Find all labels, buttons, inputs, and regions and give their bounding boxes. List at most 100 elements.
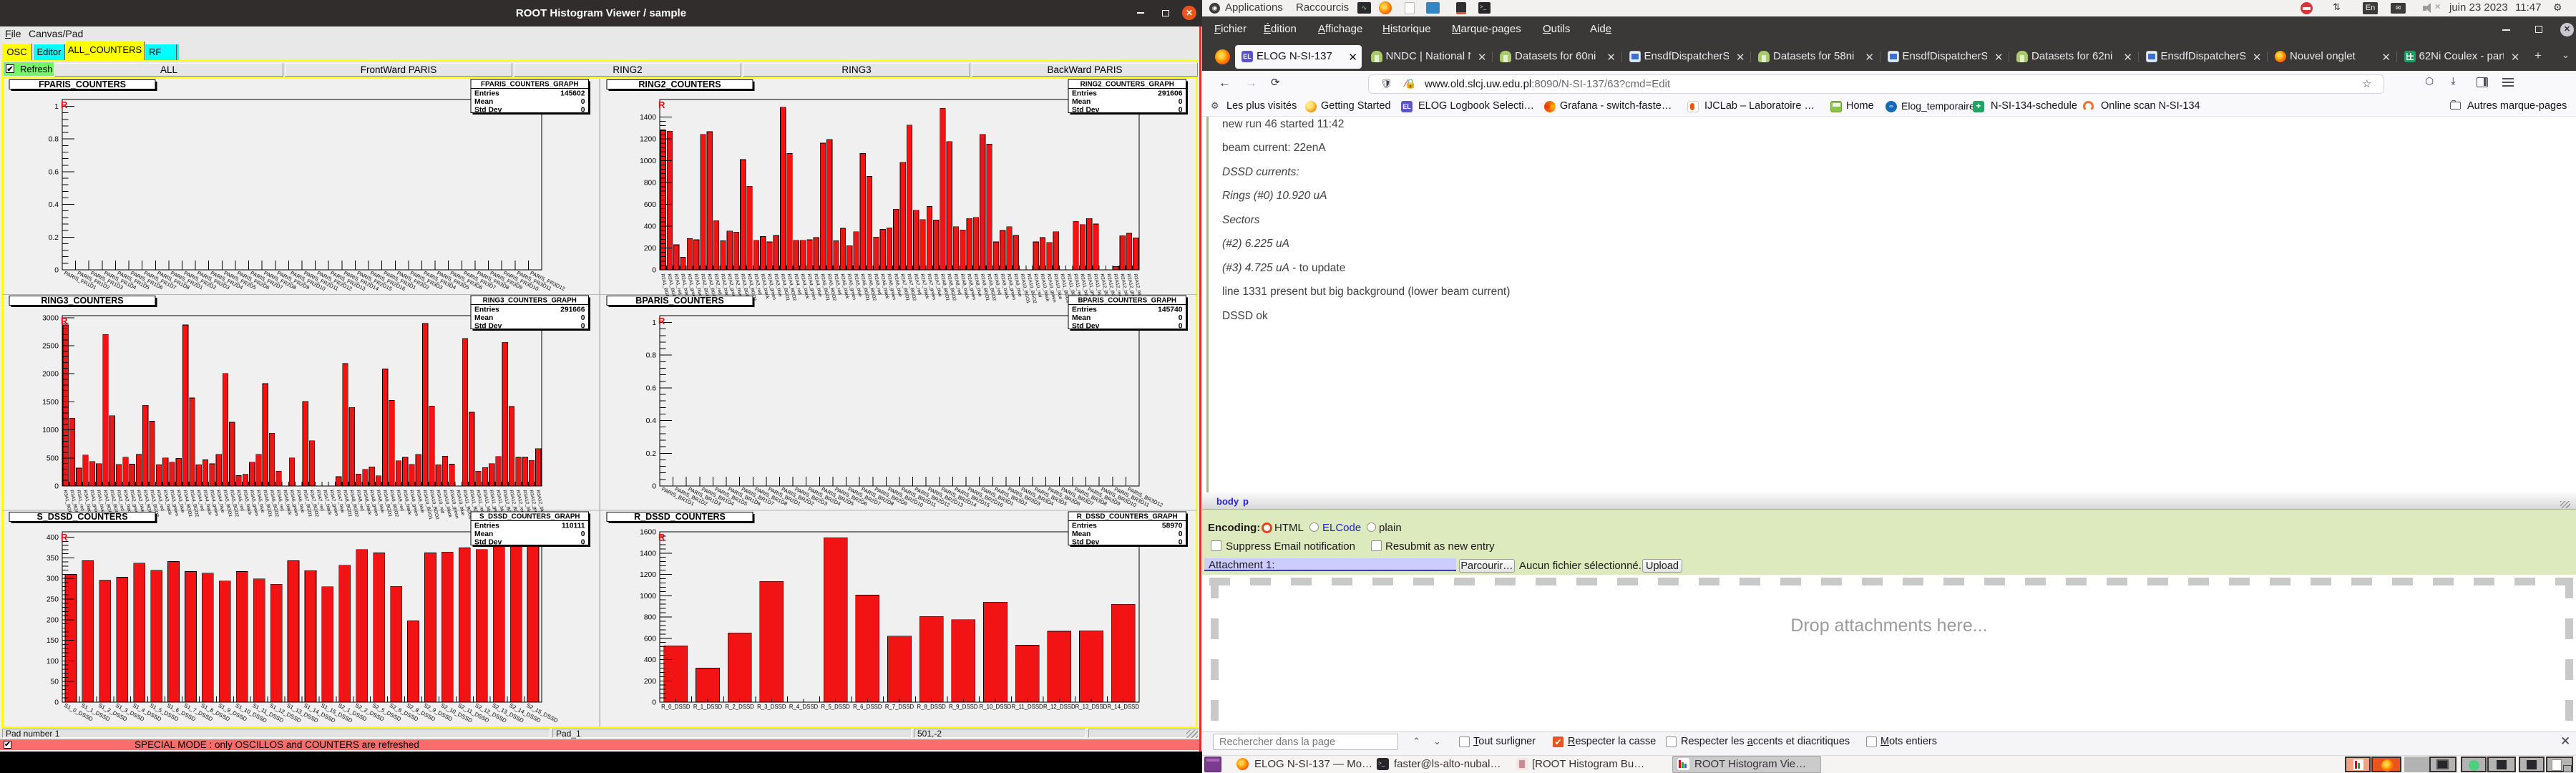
svg-text:0: 0 bbox=[652, 267, 656, 275]
svg-text:R_1_DSSD: R_1_DSSD bbox=[693, 704, 723, 710]
svg-text:600: 600 bbox=[644, 635, 656, 643]
svg-text:Std Dev: Std Dev bbox=[1072, 323, 1100, 331]
svg-text:R: R bbox=[658, 532, 665, 543]
svg-text:RING3_COUNTERS: RING3_COUNTERS bbox=[41, 296, 123, 306]
svg-text:R_9_DSSD: R_9_DSSD bbox=[949, 704, 978, 710]
svg-text:1400: 1400 bbox=[640, 114, 656, 122]
svg-text:Entries: Entries bbox=[1072, 306, 1097, 314]
svg-text:0: 0 bbox=[54, 267, 59, 275]
svg-text:1200: 1200 bbox=[640, 571, 656, 579]
svg-text:Std Dev: Std Dev bbox=[474, 107, 502, 115]
svg-text:R: R bbox=[658, 316, 665, 326]
svg-text:0: 0 bbox=[1179, 539, 1183, 547]
svg-text:3000: 3000 bbox=[42, 314, 59, 322]
svg-text:0.4: 0.4 bbox=[49, 201, 59, 209]
svg-text:Entries: Entries bbox=[474, 90, 499, 98]
svg-text:Entries: Entries bbox=[474, 306, 499, 314]
svg-text:2000: 2000 bbox=[42, 371, 59, 379]
svg-text:0: 0 bbox=[581, 314, 585, 322]
svg-text:400: 400 bbox=[644, 656, 656, 664]
svg-text:R_10_DSSD: R_10_DSSD bbox=[980, 704, 1012, 710]
svg-text:145602: 145602 bbox=[560, 90, 585, 98]
svg-text:291606: 291606 bbox=[1158, 90, 1183, 98]
svg-text:291666: 291666 bbox=[560, 306, 585, 314]
svg-text:1000: 1000 bbox=[640, 593, 656, 601]
svg-text:R_13_DSSD: R_13_DSSD bbox=[1075, 704, 1108, 710]
svg-text:58970: 58970 bbox=[1162, 522, 1183, 530]
svg-text:150: 150 bbox=[47, 637, 59, 645]
svg-text:300: 300 bbox=[47, 575, 59, 583]
svg-text:R_12_DSSD: R_12_DSSD bbox=[1043, 704, 1075, 710]
svg-text:RING3_COUNTERS_GRAPH: RING3_COUNTERS_GRAPH bbox=[483, 297, 577, 305]
svg-text:0.2: 0.2 bbox=[49, 234, 59, 242]
svg-text:Std Dev: Std Dev bbox=[1072, 107, 1100, 115]
svg-text:R: R bbox=[658, 99, 665, 110]
svg-text:0.2: 0.2 bbox=[646, 450, 657, 458]
svg-text:50: 50 bbox=[51, 679, 59, 686]
svg-text:200: 200 bbox=[644, 245, 656, 253]
svg-text:0: 0 bbox=[652, 699, 656, 707]
svg-text:0: 0 bbox=[581, 107, 585, 115]
svg-text:200: 200 bbox=[47, 616, 59, 624]
svg-text:250: 250 bbox=[47, 596, 59, 604]
svg-text:FPARIS_COUNTERS_GRAPH: FPARIS_COUNTERS_GRAPH bbox=[481, 81, 578, 89]
svg-text:0: 0 bbox=[581, 98, 585, 106]
svg-text:Std Dev: Std Dev bbox=[474, 539, 502, 547]
svg-text:RING2_COUNTERS_GRAPH: RING2_COUNTERS_GRAPH bbox=[1080, 81, 1174, 89]
svg-text:R: R bbox=[61, 316, 68, 326]
svg-text:2500: 2500 bbox=[42, 343, 59, 351]
svg-text:0: 0 bbox=[652, 483, 656, 491]
svg-text:FPARIS_COUNTERS: FPARIS_COUNTERS bbox=[39, 79, 126, 89]
svg-text:S_DSSD_COUNTERS_GRAPH: S_DSSD_COUNTERS_GRAPH bbox=[479, 513, 580, 521]
svg-text:R_2_DSSD: R_2_DSSD bbox=[726, 704, 755, 710]
svg-text:Std Dev: Std Dev bbox=[1072, 539, 1100, 547]
svg-text:Mean: Mean bbox=[474, 530, 493, 538]
svg-text:400: 400 bbox=[47, 534, 59, 542]
svg-text:R: R bbox=[61, 99, 68, 110]
svg-text:0: 0 bbox=[54, 699, 59, 707]
svg-text:1400: 1400 bbox=[640, 550, 656, 558]
svg-text:R_DSSD_COUNTERS_GRAPH: R_DSSD_COUNTERS_GRAPH bbox=[1077, 513, 1178, 521]
svg-text:Entries: Entries bbox=[474, 522, 499, 530]
svg-text:0.4: 0.4 bbox=[646, 417, 657, 425]
svg-text:800: 800 bbox=[644, 179, 656, 187]
svg-text:0: 0 bbox=[581, 323, 585, 331]
svg-text:BPARIS_COUNTERS: BPARIS_COUNTERS bbox=[635, 296, 723, 306]
svg-text:0.8: 0.8 bbox=[49, 136, 59, 144]
svg-text:0.8: 0.8 bbox=[646, 352, 657, 360]
svg-text:1000: 1000 bbox=[640, 157, 656, 165]
svg-text:1500: 1500 bbox=[42, 399, 59, 407]
svg-text:0.6: 0.6 bbox=[49, 168, 59, 176]
svg-text:0: 0 bbox=[581, 530, 585, 538]
svg-text:Mean: Mean bbox=[474, 314, 493, 322]
svg-text:0: 0 bbox=[1179, 530, 1183, 538]
svg-text:Mean: Mean bbox=[474, 98, 493, 106]
svg-text:1: 1 bbox=[652, 319, 656, 327]
svg-text:Mean: Mean bbox=[1072, 314, 1091, 322]
svg-text:Mean: Mean bbox=[1072, 530, 1091, 538]
svg-text:R_4_DSSD: R_4_DSSD bbox=[789, 704, 819, 710]
svg-text:RING2_COUNTERS: RING2_COUNTERS bbox=[638, 79, 721, 89]
svg-text:R_0_DSSD: R_0_DSSD bbox=[661, 704, 691, 710]
svg-text:0: 0 bbox=[1179, 323, 1183, 331]
svg-text:200: 200 bbox=[644, 678, 656, 686]
svg-text:0: 0 bbox=[1179, 314, 1183, 322]
svg-text:R_5_DSSD: R_5_DSSD bbox=[821, 704, 851, 710]
svg-text:Entries: Entries bbox=[1072, 522, 1097, 530]
svg-text:1: 1 bbox=[54, 103, 59, 111]
svg-text:R: R bbox=[61, 532, 68, 543]
svg-text:Entries: Entries bbox=[1072, 90, 1097, 98]
svg-text:500: 500 bbox=[47, 454, 59, 462]
svg-text:Std Dev: Std Dev bbox=[474, 323, 502, 331]
svg-text:1000: 1000 bbox=[42, 427, 59, 434]
svg-text:R_11_DSSD: R_11_DSSD bbox=[1012, 704, 1043, 710]
svg-text:145740: 145740 bbox=[1158, 306, 1183, 314]
svg-text:0: 0 bbox=[54, 483, 59, 491]
svg-text:0: 0 bbox=[1179, 98, 1183, 106]
svg-text:S_DSSD_COUNTERS: S_DSSD_COUNTERS bbox=[36, 512, 127, 522]
svg-text:R_7_DSSD: R_7_DSSD bbox=[885, 704, 914, 710]
svg-text:110111: 110111 bbox=[562, 522, 585, 530]
svg-text:R_6_DSSD: R_6_DSSD bbox=[853, 704, 882, 710]
svg-text:Mean: Mean bbox=[1072, 98, 1091, 106]
svg-text:R_8_DSSD: R_8_DSSD bbox=[917, 704, 947, 710]
